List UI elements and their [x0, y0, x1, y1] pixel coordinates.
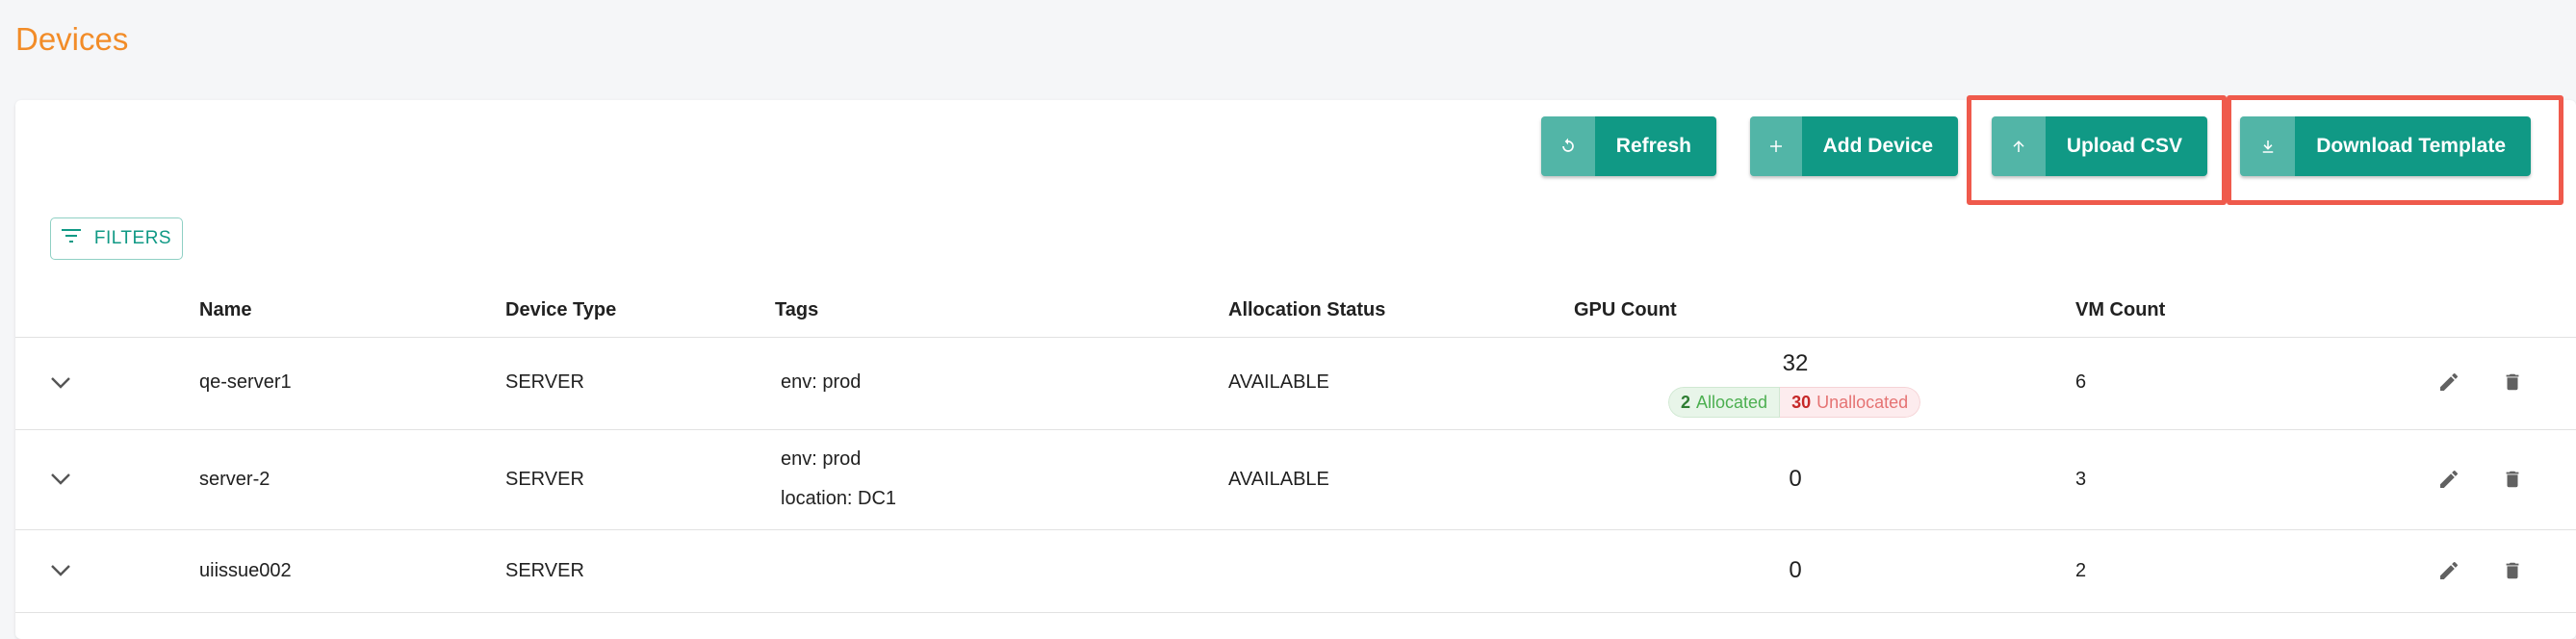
download-template-button[interactable]: Download Template	[2240, 116, 2531, 176]
row-name: qe-server1	[199, 371, 292, 393]
header-divider	[15, 337, 2576, 338]
trash-icon[interactable]	[2497, 367, 2528, 397]
add-device-label: Add Device	[1822, 135, 1933, 157]
filters-button[interactable]: FILTERS	[50, 217, 183, 260]
refresh-button[interactable]: Refresh	[1541, 116, 1716, 176]
trash-icon[interactable]	[2497, 464, 2528, 495]
row-tag: env: prod	[781, 448, 862, 470]
refresh-icon	[1541, 116, 1595, 176]
pencil-icon[interactable]	[2434, 555, 2464, 586]
gpu-unallocated-count: 30	[1791, 392, 1812, 412]
add-device-button[interactable]: Add Device	[1750, 116, 1958, 176]
pencil-icon[interactable]	[2434, 367, 2464, 397]
row-vm-count: 6	[2075, 371, 2087, 393]
row-allocation-status: AVAILABLE	[1228, 371, 1329, 393]
upload-csv-button[interactable]: Upload CSV	[1992, 116, 2207, 176]
trash-icon[interactable]	[2497, 555, 2528, 586]
gpu-allocated-label: Allocated	[1696, 392, 1768, 412]
row-name: server-2	[199, 469, 270, 490]
chevron-down-icon[interactable]	[45, 368, 76, 398]
header-device-type[interactable]: Device Type	[505, 299, 616, 321]
devices-card	[15, 100, 2576, 639]
row-device-type: SERVER	[505, 371, 584, 393]
header-gpu-count[interactable]: GPU Count	[1574, 299, 1677, 321]
arrow-up-icon	[1992, 116, 2046, 176]
row-divider	[15, 429, 2576, 430]
row-name: uiissue002	[199, 560, 292, 581]
row-divider	[15, 529, 2576, 530]
filters-label: FILTERS	[93, 228, 172, 248]
page-title: Devices	[15, 21, 129, 57]
row-tag: env: prod	[781, 371, 862, 393]
chevron-down-icon[interactable]	[45, 464, 76, 495]
download-template-label: Download Template	[2316, 135, 2506, 157]
row-gpu-count: 0	[1789, 466, 1802, 492]
row-vm-count: 2	[2075, 560, 2087, 581]
plus-icon	[1750, 116, 1802, 176]
upload-csv-label: Upload CSV	[2066, 135, 2182, 157]
row-allocation-status: AVAILABLE	[1228, 469, 1329, 490]
row-vm-count: 3	[2075, 469, 2087, 490]
filter-icon	[61, 228, 81, 249]
chevron-down-icon[interactable]	[45, 555, 76, 586]
header-allocation-status[interactable]: Allocation Status	[1228, 299, 1385, 321]
header-tags[interactable]: Tags	[775, 299, 818, 321]
refresh-label: Refresh	[1615, 135, 1691, 157]
gpu-allocated-count: 2	[1681, 392, 1691, 412]
gpu-unallocated-label: Unallocated	[1816, 392, 1909, 412]
header-name[interactable]: Name	[199, 299, 251, 321]
row-gpu-count: 0	[1789, 557, 1802, 583]
pencil-icon[interactable]	[2434, 464, 2464, 495]
row-tag: location: DC1	[781, 488, 897, 509]
download-icon	[2240, 116, 2296, 176]
gpu-allocation-chip: 2 Allocated 30 Unallocated	[1668, 387, 1921, 418]
row-device-type: SERVER	[505, 560, 584, 581]
row-divider	[15, 612, 2576, 613]
row-gpu-count: 32	[1782, 350, 1809, 376]
row-device-type: SERVER	[505, 469, 584, 490]
header-vm-count[interactable]: VM Count	[2075, 299, 2165, 321]
